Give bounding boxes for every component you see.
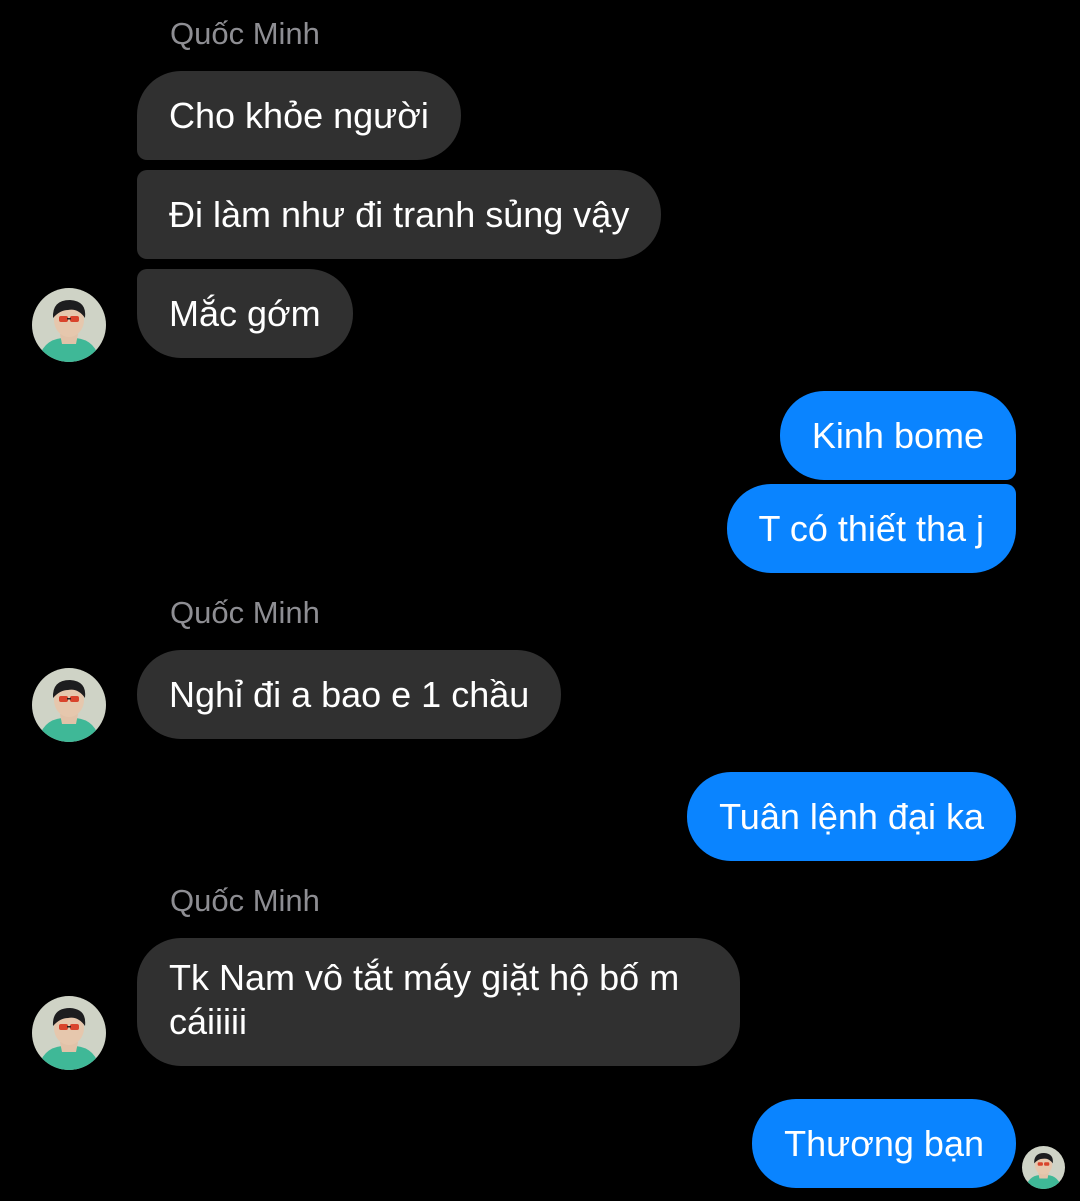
- message-thread: Quốc Minh Cho khỏe người Đi làm như đi t…: [0, 0, 1080, 1201]
- outgoing-message[interactable]: Tuân lệnh đại ka: [687, 772, 1016, 861]
- incoming-message[interactable]: Cho khỏe người: [137, 71, 461, 160]
- sender-name: Quốc Minh: [170, 883, 320, 918]
- incoming-message[interactable]: Tk Nam vô tắt máy giặt hộ bố m cáiiiii: [137, 938, 740, 1066]
- outgoing-message[interactable]: Thương bạn: [752, 1099, 1016, 1188]
- sender-name: Quốc Minh: [170, 16, 320, 51]
- read-receipt-avatar-icon: [1022, 1146, 1065, 1189]
- contact-avatar-icon[interactable]: [32, 996, 106, 1070]
- incoming-message[interactable]: Đi làm như đi tranh sủng vậy: [137, 170, 662, 259]
- contact-avatar-icon[interactable]: [32, 288, 106, 362]
- outgoing-message[interactable]: Kinh bome: [779, 391, 1016, 480]
- incoming-message[interactable]: Mắc gớm: [137, 269, 353, 358]
- outgoing-message[interactable]: T có thiết tha j: [726, 484, 1016, 573]
- sender-name: Quốc Minh: [170, 595, 320, 630]
- incoming-message[interactable]: Nghỉ đi a bao e 1 chầu: [137, 650, 562, 739]
- contact-avatar-icon[interactable]: [32, 668, 106, 742]
